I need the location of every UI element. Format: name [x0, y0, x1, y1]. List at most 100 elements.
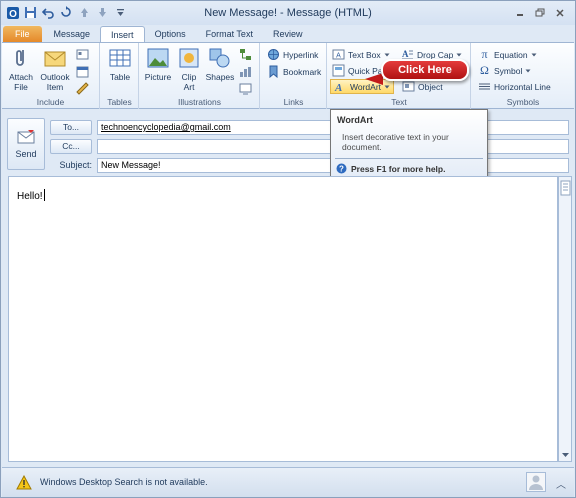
- shapes-button[interactable]: Shapes: [204, 46, 236, 82]
- drop-cap-label: Drop Cap: [417, 49, 454, 60]
- clip-art-button[interactable]: Clip Art: [177, 46, 201, 92]
- status-text: Windows Desktop Search is not available.: [40, 477, 208, 487]
- bookmark-icon: [269, 65, 278, 78]
- table-icon: [109, 49, 131, 67]
- send-envelope-icon: [17, 130, 35, 144]
- pi-icon: π: [481, 47, 488, 61]
- picture-button[interactable]: Picture: [143, 46, 173, 82]
- text-box-button[interactable]: A Text Box: [332, 47, 390, 62]
- attach-file-button[interactable]: Attach File: [6, 46, 36, 92]
- tab-insert[interactable]: Insert: [100, 26, 145, 42]
- wordart-icon: A: [334, 82, 342, 93]
- wordart-button[interactable]: A WordArt: [330, 79, 395, 94]
- group-links: Hyperlink Bookmark Links: [261, 43, 327, 109]
- body-content: Hello!: [17, 191, 43, 202]
- dropdown-arrow-icon: [531, 53, 537, 56]
- help-icon: ?: [336, 163, 347, 174]
- object-label: Object: [418, 81, 443, 92]
- close-button[interactable]: [551, 5, 569, 20]
- business-card-button[interactable]: [76, 47, 89, 62]
- business-card-icon: [76, 49, 89, 60]
- ribbon: Attach File Outlook Item Include Table T…: [2, 42, 574, 109]
- shapes-label: Shapes: [205, 72, 235, 82]
- horizontal-line-button[interactable]: Horizontal Line: [478, 79, 551, 94]
- svg-text:A: A: [402, 49, 409, 59]
- vertical-scrollbar[interactable]: [558, 176, 572, 462]
- object-button[interactable]: Object: [402, 79, 443, 94]
- expand-people-pane-icon[interactable]: ︿: [556, 476, 566, 491]
- tooltip-help-text: Press F1 for more help.: [351, 163, 446, 174]
- person-icon: [529, 475, 543, 490]
- shapes-icon: [209, 48, 230, 68]
- calendar-button[interactable]: [76, 64, 89, 79]
- tooltip-title: WordArt: [337, 115, 373, 125]
- screenshot-button[interactable]: [239, 81, 252, 96]
- to-button[interactable]: To...: [50, 120, 92, 135]
- tooltip-help: ? Press F1 for more help.: [336, 163, 445, 174]
- ruler-toggle-icon[interactable]: [560, 180, 571, 196]
- restore-button[interactable]: [531, 5, 549, 20]
- tab-options[interactable]: Options: [145, 26, 196, 42]
- cc-button[interactable]: Cc...: [50, 139, 92, 154]
- ribbon-tabs: File Message Insert Options Format Text …: [1, 25, 575, 42]
- wordart-tooltip: WordArt Insert decorative text in your d…: [330, 109, 488, 179]
- send-label: Send: [15, 149, 37, 159]
- hyperlink-button[interactable]: Hyperlink: [267, 47, 318, 62]
- table-button[interactable]: Table: [106, 46, 134, 82]
- group-links-label: Links: [283, 97, 304, 107]
- outlook-item-button[interactable]: Outlook Item: [38, 46, 72, 92]
- svg-text:A: A: [334, 82, 342, 93]
- chart-icon: [240, 67, 251, 77]
- text-caret: [43, 189, 45, 201]
- omega-icon: Ω: [480, 63, 489, 77]
- callout-pointer: [365, 73, 383, 85]
- smartart-icon: [240, 49, 251, 60]
- bookmark-label: Bookmark: [283, 66, 322, 77]
- message-header: Send To... technoencyclopedia@gmail.com …: [2, 110, 574, 176]
- picture-label: Picture: [144, 72, 172, 82]
- dropdown-arrow-icon: [384, 53, 390, 56]
- symbol-label: Symbol: [494, 65, 523, 76]
- table-label: Table: [109, 72, 131, 82]
- bookmark-button[interactable]: Bookmark: [267, 64, 321, 79]
- group-include-label: Include: [36, 97, 65, 107]
- envelope-icon: [44, 51, 66, 67]
- svg-text:?: ?: [339, 165, 344, 174]
- chart-button[interactable]: [239, 64, 252, 79]
- minimize-button[interactable]: [511, 5, 529, 20]
- status-bar: Windows Desktop Search is not available.…: [2, 467, 574, 497]
- group-illustrations: Picture Clip Art Shapes Illustrations: [140, 43, 260, 109]
- signature-button[interactable]: [76, 81, 89, 96]
- warning-icon: [16, 475, 32, 490]
- send-button[interactable]: Send: [7, 118, 45, 170]
- tab-format-text[interactable]: Format Text: [196, 26, 263, 42]
- people-pane-avatar[interactable]: [526, 472, 546, 492]
- attach-file-label: Attach File: [8, 72, 34, 92]
- dropdown-arrow-icon: [384, 85, 390, 88]
- group-illustrations-label: Illustrations: [178, 97, 221, 107]
- tooltip-description: Insert decorative text in your document.: [342, 132, 449, 152]
- scroll-down-icon[interactable]: [560, 449, 571, 460]
- symbol-button[interactable]: Ω Symbol: [478, 63, 531, 78]
- to-address: technoencyclopedia@gmail.com: [101, 122, 231, 132]
- tab-review[interactable]: Review: [263, 26, 313, 42]
- subject-label: Subject:: [59, 160, 92, 170]
- group-tables: Table Tables: [101, 43, 139, 109]
- title-bar: O New Message! - Message (HTML): [1, 1, 575, 25]
- tab-message[interactable]: Message: [44, 26, 101, 42]
- window-controls: [511, 5, 569, 20]
- tab-file[interactable]: File: [3, 26, 42, 42]
- group-tables-label: Tables: [107, 97, 132, 107]
- body-text: Hello!: [17, 189, 45, 202]
- screenshot-icon: [239, 83, 252, 95]
- outlook-item-label: Outlook Item: [40, 72, 70, 92]
- dropdown-arrow-icon: [456, 53, 462, 56]
- hyperlink-label: Hyperlink: [283, 49, 319, 60]
- smartart-button[interactable]: [239, 47, 252, 62]
- horizontal-line-label: Horizontal Line: [494, 81, 551, 92]
- click-here-callout: Click Here: [381, 59, 469, 81]
- text-box-label: Text Box: [348, 49, 381, 60]
- quick-parts-icon: [332, 64, 345, 77]
- message-body[interactable]: Hello!: [8, 176, 558, 462]
- equation-button[interactable]: π Equation: [478, 47, 537, 62]
